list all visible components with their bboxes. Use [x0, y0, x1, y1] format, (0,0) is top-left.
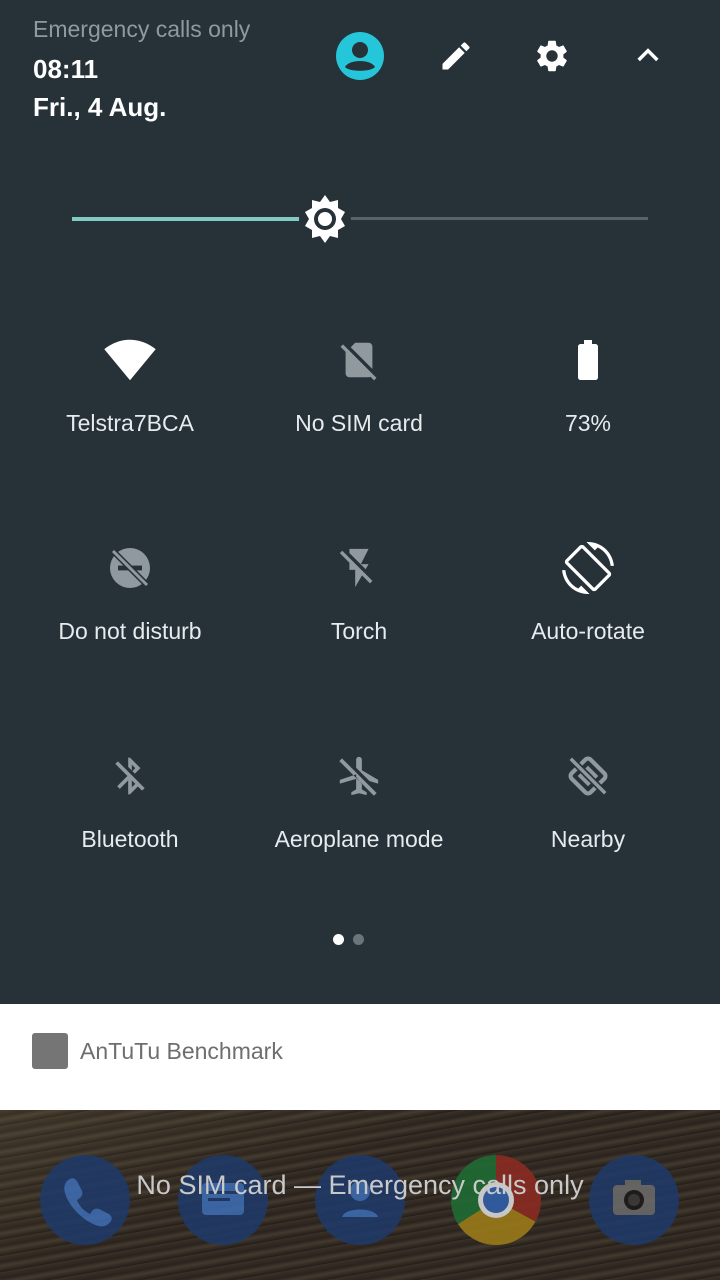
tile-do-not-disturb[interactable]: Do not disturb [15, 540, 245, 690]
auto-rotate-icon [560, 540, 616, 596]
tile-torch[interactable]: Torch [244, 540, 474, 690]
page-dot-active[interactable] [333, 934, 344, 945]
tile-label: Aeroplane mode [274, 826, 444, 852]
wifi-icon [102, 332, 158, 388]
edit-icon[interactable] [430, 30, 482, 82]
tile-label: Do not disturb [58, 618, 202, 644]
bluetooth-off-icon [102, 748, 158, 804]
battery-icon [560, 332, 616, 388]
tile-label: No SIM card [295, 410, 423, 436]
page-dot[interactable] [353, 934, 364, 945]
tile-label: 73% [564, 410, 612, 436]
no-sim-icon [331, 332, 387, 388]
page-indicator [333, 934, 364, 945]
tile-auto-rotate[interactable]: Auto-rotate [473, 540, 703, 690]
tile-bluetooth[interactable]: Bluetooth [15, 748, 245, 898]
brightness-slider-filled [72, 217, 325, 221]
settings-icon[interactable] [526, 30, 578, 82]
notification-title: AnTuTu Benchmark [80, 1038, 283, 1064]
tile-sim[interactable]: No SIM card [244, 332, 474, 482]
nearby-icon [560, 748, 616, 804]
quick-settings-panel: Emergency calls only 08:11 Fri., 4 Aug. [0, 0, 720, 1004]
collapse-chevron-icon[interactable] [622, 30, 674, 82]
account-icon[interactable] [334, 30, 386, 82]
tile-nearby[interactable]: Nearby [473, 748, 703, 898]
clock[interactable]: 08:11 [33, 54, 98, 85]
tile-label: Nearby [550, 826, 626, 852]
date[interactable]: Fri., 4 Aug. [33, 92, 166, 123]
tile-label: Telstra7BCA [66, 410, 194, 436]
tile-label: Auto-rotate [531, 618, 645, 644]
aeroplane-icon [331, 748, 387, 804]
carrier-status: Emergency calls only [33, 16, 251, 42]
tile-label: Bluetooth [81, 826, 179, 852]
tile-label: Torch [330, 618, 388, 644]
tile-aeroplane-mode[interactable]: Aeroplane mode [244, 748, 474, 898]
tile-wifi[interactable]: Telstra7BCA [15, 332, 245, 482]
brightness-slider-track [325, 217, 648, 220]
do-not-disturb-icon [102, 540, 158, 596]
tile-battery[interactable]: 73% [473, 332, 703, 482]
brightness-thumb-icon[interactable] [299, 193, 351, 245]
torch-icon [331, 540, 387, 596]
app-icon [32, 1033, 68, 1069]
lockscreen-carrier-message: No SIM card — Emergency calls only [136, 1170, 584, 1200]
